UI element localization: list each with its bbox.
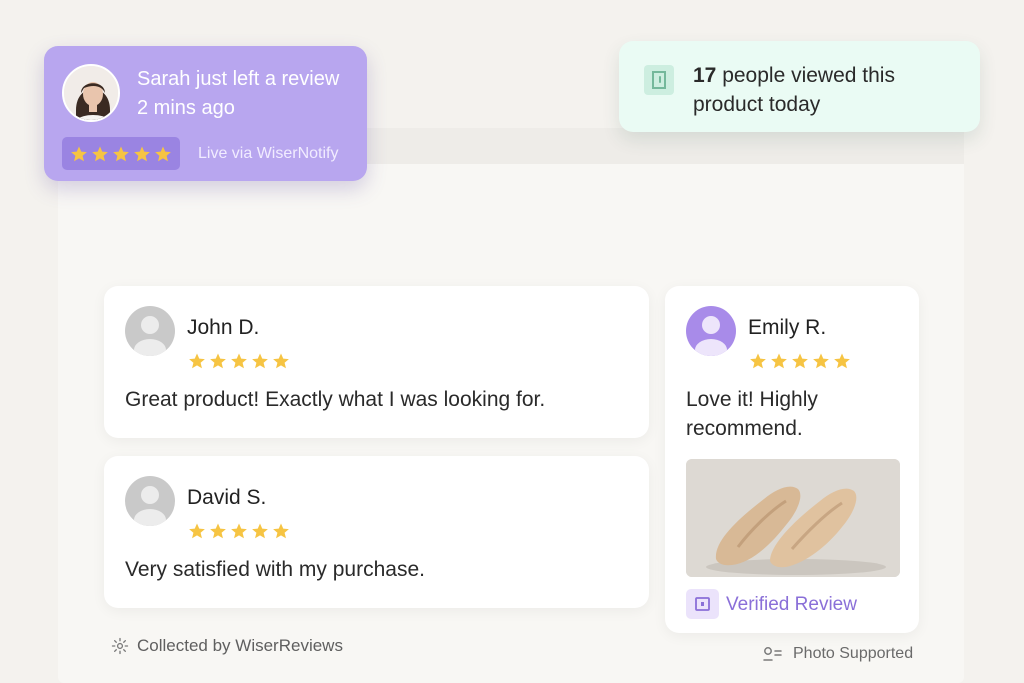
star-icon xyxy=(813,353,829,369)
photo-supported-text: Photo Supported xyxy=(793,645,914,662)
views-text-line2: product today xyxy=(693,93,821,116)
review-text: Love it! Highly recommend. xyxy=(686,385,818,443)
notification-title: Sarah just left a review xyxy=(137,68,340,90)
review-photo-shoes[interactable] xyxy=(686,459,900,577)
review-star-rating xyxy=(188,352,290,370)
photo-icon xyxy=(763,647,782,661)
reviewer-name: Emily R. xyxy=(748,316,827,339)
star-icon xyxy=(834,353,850,369)
reviewer-name: David S. xyxy=(187,486,267,509)
user-avatar-icon xyxy=(125,306,175,356)
star-icon xyxy=(113,146,129,161)
views-notification-popup[interactable]: 17 people viewed this product today xyxy=(619,41,980,132)
star-icon xyxy=(231,523,247,539)
review-card-david: David S. Very satisfied with my purchase… xyxy=(104,456,649,608)
star-icon xyxy=(71,146,87,161)
sarah-avatar xyxy=(62,64,120,122)
eye-view-icon xyxy=(644,65,674,95)
star-icon xyxy=(210,523,226,539)
star-icon xyxy=(792,353,808,369)
views-message: 17 people viewed this product today xyxy=(693,61,895,119)
star-icon xyxy=(189,353,205,369)
collected-by-text: Collected by WiserReviews xyxy=(137,636,343,655)
star-icon xyxy=(750,353,766,369)
star-icon xyxy=(252,523,268,539)
star-icon xyxy=(273,523,289,539)
gear-icon xyxy=(111,637,129,655)
user-avatar-icon xyxy=(686,306,736,356)
notification-time: 2 mins ago xyxy=(137,97,235,119)
review-text-line1: Love it! Highly xyxy=(686,388,818,411)
user-avatar-icon xyxy=(125,476,175,526)
review-card-emily: Emily R. Love it! Highly recommend. Veri… xyxy=(665,286,919,633)
photo-supported-footer: Photo Supported xyxy=(763,645,913,663)
collected-by-footer: Collected by WiserReviews xyxy=(111,636,343,656)
star-icon xyxy=(231,353,247,369)
star-icon xyxy=(92,146,108,161)
review-star-rating xyxy=(188,522,290,540)
review-star-rating xyxy=(749,352,851,370)
review-text: Great product! Exactly what I was lookin… xyxy=(125,388,546,411)
star-icon xyxy=(252,353,268,369)
reviewer-name: John D. xyxy=(187,316,260,339)
star-icon xyxy=(210,353,226,369)
star-icon xyxy=(771,353,787,369)
review-notification-popup[interactable]: Sarah just left a review 2 mins ago Live… xyxy=(44,46,367,181)
notification-source: Live via WiserNotify xyxy=(198,145,339,162)
review-card-john: John D. Great product! Exactly what I wa… xyxy=(104,286,649,438)
verified-review-label: Verified Review xyxy=(726,594,857,615)
star-icon xyxy=(189,523,205,539)
review-text: Very satisfied with my purchase. xyxy=(125,558,425,581)
notification-star-rating xyxy=(62,137,180,170)
star-icon xyxy=(134,146,150,161)
views-text-line1: people viewed this xyxy=(716,64,895,87)
verified-badge-icon xyxy=(686,589,719,619)
star-icon xyxy=(155,146,171,161)
star-icon xyxy=(273,353,289,369)
views-count: 17 xyxy=(693,64,717,87)
review-text-line2: recommend. xyxy=(686,417,803,440)
